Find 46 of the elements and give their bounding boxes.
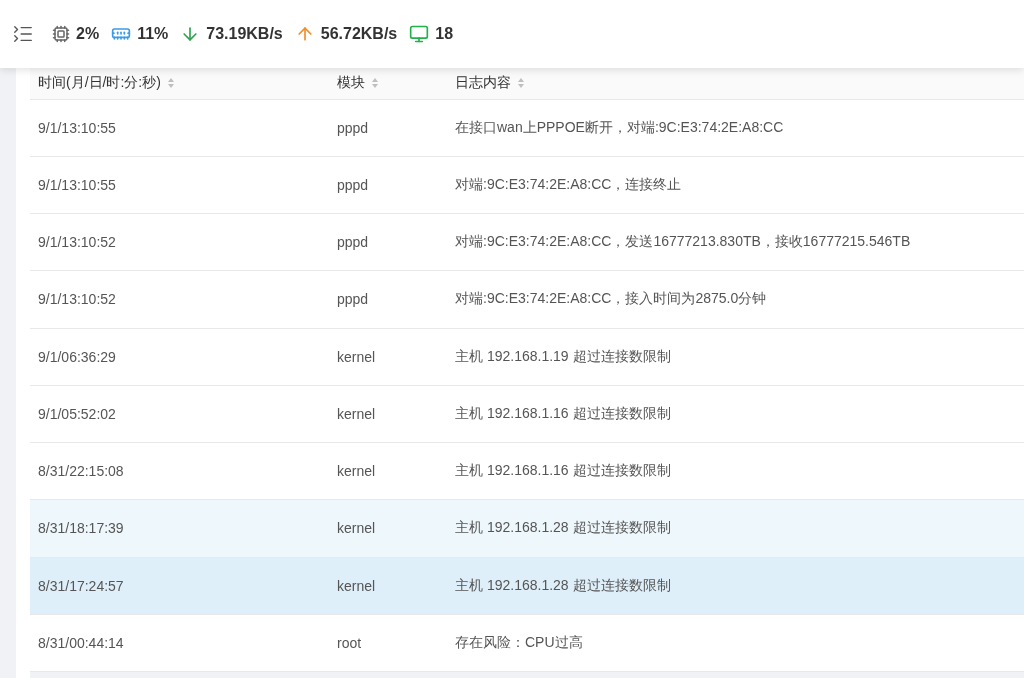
table-cell-text: 9/1/13:10:55 xyxy=(38,176,117,193)
device-count: 18 xyxy=(435,25,454,43)
cpu-usage: 2% xyxy=(76,25,100,43)
table-cell-text: 8/31/00:44:14 xyxy=(38,634,125,651)
table-cell-text: 8/31/22:15:08 xyxy=(38,463,125,480)
table-cell-text: 主机 192.168.1.16 超过连接数限制 xyxy=(455,404,672,423)
table-cell-text: pppd xyxy=(337,234,370,251)
table-cell-text: kernel xyxy=(337,405,377,422)
table-cell-text: kernel xyxy=(337,577,377,594)
table-cell-text: kernel xyxy=(337,463,377,480)
table-cell-text: 对端:9C:E3:74:2E:A8:CC，接入时间为2875.0分钟 xyxy=(455,290,768,309)
sort-icon[interactable] xyxy=(517,77,525,90)
table-cell-text: 对端:9C:E3:74:2E:A8:CC，连接终止 xyxy=(455,175,683,194)
table-cell-text: 主机 192.168.1.16 超过连接数限制 xyxy=(455,462,672,481)
download-speed: 73.19KB/s xyxy=(206,25,283,43)
cpu-icon xyxy=(52,25,70,43)
table-cell-text: kernel xyxy=(337,348,377,365)
table-cell-text: 主机 192.168.1.28 超过连接数限制 xyxy=(455,576,672,595)
table-cell-text: 8/31/18:17:39 xyxy=(38,520,125,537)
table-cell-text: kernel xyxy=(337,520,377,537)
menu-icon[interactable] xyxy=(12,23,34,45)
table-cell-text: 9/1/06:36:29 xyxy=(38,348,117,365)
sort-icon[interactable] xyxy=(166,77,175,90)
column-header: 时间(月/日/时:分:秒) xyxy=(38,74,161,93)
sort-icon[interactable] xyxy=(371,77,379,90)
column-header: 模块 xyxy=(337,74,365,93)
table-cell-text: pppd xyxy=(337,291,370,308)
table-cell-text: 9/1/13:10:52 xyxy=(38,291,117,308)
monitor-icon xyxy=(409,24,430,44)
table-cell-text: 主机 192.168.1.19 超过连接数限制 xyxy=(455,347,672,366)
memory-usage: 11% xyxy=(137,25,169,43)
table-cell-text: 对端:9C:E3:74:2E:A8:CC，发送16777213.830TB，接收16777215.546TB xyxy=(455,233,912,252)
table-row[interactable]: 8/31/17:24:57 kernel 主机 192.168.1.28 超过连接数限制 xyxy=(30,557,1024,615)
table-cell-text: 9/1/13:10:55 xyxy=(38,119,117,136)
table-cell-text: 存在风险：CPU过高 xyxy=(455,633,584,652)
table-cell-text: root xyxy=(337,634,363,651)
column-header: 日志内容 xyxy=(455,74,511,93)
table-cell-text: pppd xyxy=(337,119,370,136)
table-row[interactable]: 8/31/18:17:39 kernel 主机 192.168.1.28 超过连接数限制 xyxy=(30,500,1024,558)
table-cell-text: 9/1/13:10:52 xyxy=(38,234,117,251)
table-cell-text: 9/1/05:52:02 xyxy=(38,405,117,422)
table-cell-text: 主机 192.168.1.28 超过连接数限制 xyxy=(455,519,672,538)
table-cell-text: 8/31/17:24:57 xyxy=(38,577,125,594)
upload-speed: 56.72KB/s xyxy=(320,25,398,43)
table-cell-text: pppd xyxy=(337,176,370,193)
table-cell-text: 在接口wan上PPPOE断开，对端:9C:E3:74:2E:A8:CC xyxy=(455,118,785,137)
